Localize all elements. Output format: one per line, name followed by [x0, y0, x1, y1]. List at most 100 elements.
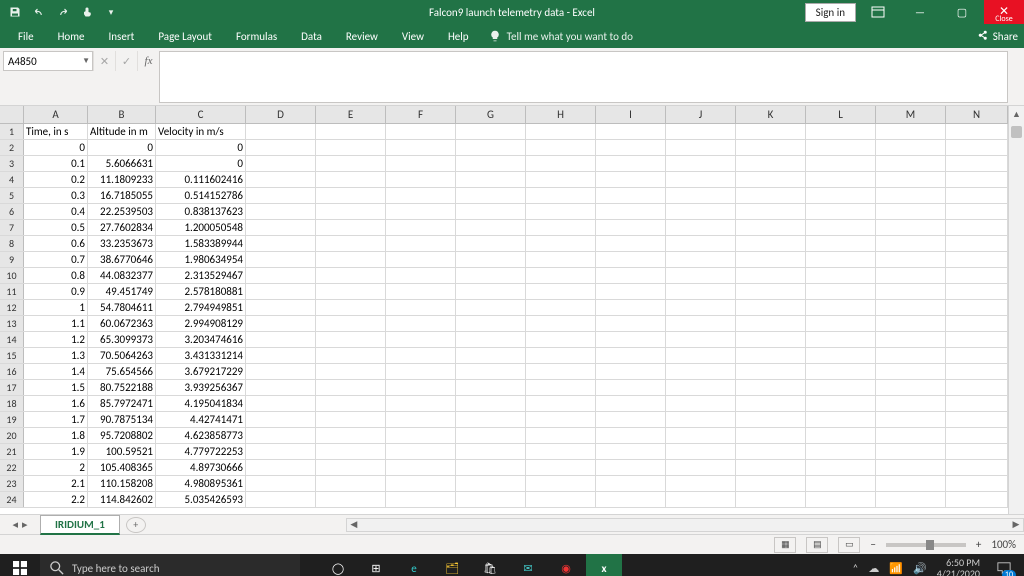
cell-E23[interactable]: [316, 476, 386, 491]
cell-C7[interactable]: 1.200050548: [156, 220, 246, 235]
cell-H2[interactable]: [526, 140, 596, 155]
cell-K16[interactable]: [736, 364, 806, 379]
cell-D19[interactable]: [246, 412, 316, 427]
cell-B10[interactable]: 44.0832377: [88, 268, 156, 283]
scroll-thumb[interactable]: [1011, 126, 1022, 138]
cell-N14[interactable]: [946, 332, 1008, 347]
cell-G18[interactable]: [456, 396, 526, 411]
cell-K1[interactable]: [736, 124, 806, 139]
cell-D9[interactable]: [246, 252, 316, 267]
cell-L8[interactable]: [806, 236, 876, 251]
cell-E2[interactable]: [316, 140, 386, 155]
cell-H24[interactable]: [526, 492, 596, 507]
cell-G1[interactable]: [456, 124, 526, 139]
cell-M15[interactable]: [876, 348, 946, 363]
cell-N1[interactable]: [946, 124, 1008, 139]
taskbar-clock[interactable]: 6:50 PM 4/21/2020: [937, 557, 980, 576]
ribbon-tab-formulas[interactable]: Formulas: [224, 26, 289, 47]
cell-J20[interactable]: [666, 428, 736, 443]
column-header-D[interactable]: D: [246, 106, 316, 123]
cell-C2[interactable]: 0: [156, 140, 246, 155]
cell-A13[interactable]: 1.1: [24, 316, 88, 331]
cell-E10[interactable]: [316, 268, 386, 283]
cell-C23[interactable]: 4.980895361: [156, 476, 246, 491]
row-header-3[interactable]: 3: [0, 156, 24, 171]
cell-K10[interactable]: [736, 268, 806, 283]
cell-N16[interactable]: [946, 364, 1008, 379]
taskbar-search[interactable]: Type here to search: [40, 554, 300, 576]
cell-C16[interactable]: 3.679217229: [156, 364, 246, 379]
row-header-16[interactable]: 16: [0, 364, 24, 379]
cell-G11[interactable]: [456, 284, 526, 299]
ribbon-tab-home[interactable]: Home: [46, 26, 97, 47]
cell-N20[interactable]: [946, 428, 1008, 443]
cell-C24[interactable]: 5.035426593: [156, 492, 246, 507]
cell-C9[interactable]: 1.980634954: [156, 252, 246, 267]
cell-B22[interactable]: 105.408365: [88, 460, 156, 475]
cell-L7[interactable]: [806, 220, 876, 235]
cell-M14[interactable]: [876, 332, 946, 347]
cell-J2[interactable]: [666, 140, 736, 155]
cell-N11[interactable]: [946, 284, 1008, 299]
cell-H15[interactable]: [526, 348, 596, 363]
cell-A19[interactable]: 1.7: [24, 412, 88, 427]
cell-J6[interactable]: [666, 204, 736, 219]
zoom-slider[interactable]: [886, 543, 966, 547]
close-button[interactable]: ✕Close: [984, 0, 1024, 24]
row-header-1[interactable]: 1: [0, 124, 24, 139]
cell-E24[interactable]: [316, 492, 386, 507]
cell-M17[interactable]: [876, 380, 946, 395]
cell-K19[interactable]: [736, 412, 806, 427]
cell-D15[interactable]: [246, 348, 316, 363]
cell-D13[interactable]: [246, 316, 316, 331]
column-header-H[interactable]: H: [526, 106, 596, 123]
horizontal-scrollbar[interactable]: ◀ ▶: [346, 518, 1024, 532]
cell-L5[interactable]: [806, 188, 876, 203]
cell-I19[interactable]: [596, 412, 666, 427]
cell-A20[interactable]: 1.8: [24, 428, 88, 443]
cell-A6[interactable]: 0.4: [24, 204, 88, 219]
cell-C10[interactable]: 2.313529467: [156, 268, 246, 283]
cell-A22[interactable]: 2: [24, 460, 88, 475]
cell-E12[interactable]: [316, 300, 386, 315]
cell-F23[interactable]: [386, 476, 456, 491]
cell-B24[interactable]: 114.842602: [88, 492, 156, 507]
cell-K3[interactable]: [736, 156, 806, 171]
cell-E4[interactable]: [316, 172, 386, 187]
ribbon-tab-insert[interactable]: Insert: [97, 26, 147, 47]
cell-B14[interactable]: 65.3099373: [88, 332, 156, 347]
action-center-icon[interactable]: 10: [990, 554, 1018, 576]
row-header-24[interactable]: 24: [0, 492, 24, 507]
cell-E16[interactable]: [316, 364, 386, 379]
cell-J8[interactable]: [666, 236, 736, 251]
cell-D17[interactable]: [246, 380, 316, 395]
cell-C17[interactable]: 3.939256367: [156, 380, 246, 395]
cell-C22[interactable]: 4.89730666: [156, 460, 246, 475]
cell-B18[interactable]: 85.7972471: [88, 396, 156, 411]
cell-M18[interactable]: [876, 396, 946, 411]
cell-A4[interactable]: 0.2: [24, 172, 88, 187]
column-header-C[interactable]: C: [156, 106, 246, 123]
file-explorer-icon[interactable]: 🗂: [434, 554, 470, 576]
cell-E11[interactable]: [316, 284, 386, 299]
cell-J22[interactable]: [666, 460, 736, 475]
row-header-7[interactable]: 7: [0, 220, 24, 235]
cell-A9[interactable]: 0.7: [24, 252, 88, 267]
cell-D3[interactable]: [246, 156, 316, 171]
cell-K14[interactable]: [736, 332, 806, 347]
cell-D10[interactable]: [246, 268, 316, 283]
cell-G12[interactable]: [456, 300, 526, 315]
zoom-out-button[interactable]: −: [870, 538, 875, 551]
cell-L3[interactable]: [806, 156, 876, 171]
cell-F14[interactable]: [386, 332, 456, 347]
cell-J10[interactable]: [666, 268, 736, 283]
cell-N3[interactable]: [946, 156, 1008, 171]
cell-N5[interactable]: [946, 188, 1008, 203]
cell-N10[interactable]: [946, 268, 1008, 283]
cell-L14[interactable]: [806, 332, 876, 347]
cell-G3[interactable]: [456, 156, 526, 171]
column-header-I[interactable]: I: [596, 106, 666, 123]
cell-L18[interactable]: [806, 396, 876, 411]
cell-F6[interactable]: [386, 204, 456, 219]
cell-G10[interactable]: [456, 268, 526, 283]
